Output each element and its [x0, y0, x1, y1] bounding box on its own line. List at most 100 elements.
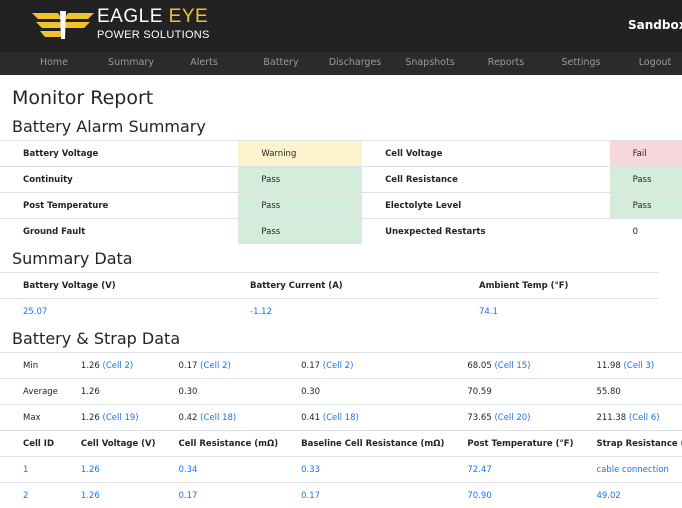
- stat-number: 1.26: [81, 387, 100, 397]
- alarm-label: Electolyte Level: [362, 193, 610, 219]
- stat-row: Max1.26 (Cell 19)0.42 (Cell 18)0.41 (Cel…: [0, 405, 682, 431]
- cell-id-link[interactable]: 2: [0, 483, 58, 508]
- cell-value[interactable]: cable connection: [573, 457, 682, 483]
- stat-value: 55.80: [573, 379, 682, 405]
- cell-link[interactable]: (Cell 2): [103, 361, 134, 371]
- table-row: Continuity Pass Cell Resistance Pass: [0, 167, 682, 193]
- alarm-status: Pass: [238, 167, 362, 193]
- alarm-label: Ground Fault: [0, 219, 238, 245]
- cell-id-link[interactable]: 1: [0, 457, 58, 483]
- column-header: Ambient Temp (°F): [456, 273, 659, 299]
- nav-alerts[interactable]: Alerts: [190, 57, 218, 68]
- alarm-status: Pass: [610, 193, 682, 219]
- cell-link[interactable]: (Cell 20): [494, 413, 530, 423]
- stat-number: 0.30: [179, 387, 198, 397]
- cell-link[interactable]: (Cell 3): [624, 361, 655, 371]
- table-row: 25.07 -1.12 74.1: [0, 299, 659, 326]
- column-header: Cell ID: [0, 431, 58, 457]
- nav-reports[interactable]: Reports: [488, 57, 524, 68]
- stat-number: 70.59: [467, 387, 491, 397]
- nav-discharges[interactable]: Discharges: [329, 57, 382, 68]
- alarm-status: Pass: [238, 193, 362, 219]
- stat-value: 1.26 (Cell 19): [58, 405, 156, 431]
- cell-link[interactable]: (Cell 15): [494, 361, 530, 371]
- table-row: Battery Voltage (V) Battery Current (A) …: [0, 273, 659, 299]
- nav-snapshots[interactable]: Snapshots: [405, 57, 454, 68]
- column-header: Cell Voltage (V): [58, 431, 156, 457]
- column-header: Baseline Cell Resistance (mΩ): [278, 431, 444, 457]
- battery-strap-title: Battery & Strap Data: [12, 329, 180, 348]
- cell-link[interactable]: (Cell 19): [103, 413, 139, 423]
- cell-value[interactable]: 1.26: [58, 457, 156, 483]
- cell-value[interactable]: 0.17: [156, 483, 279, 508]
- stat-value: 0.17 (Cell 2): [156, 353, 279, 379]
- column-header: Cell Resistance (mΩ): [156, 431, 279, 457]
- nav-home[interactable]: Home: [40, 57, 68, 68]
- stat-value: 0.30: [278, 379, 444, 405]
- stat-value: 0.30: [156, 379, 279, 405]
- alarm-label: Unexpected Restarts: [362, 219, 610, 245]
- nav-summary[interactable]: Summary: [108, 57, 154, 68]
- battery-voltage-value[interactable]: 25.07: [0, 299, 227, 326]
- stat-value: 73.65 (Cell 20): [444, 405, 573, 431]
- table-row: 11.260.340.3372.47cable connection: [0, 457, 682, 483]
- nav-battery[interactable]: Battery: [263, 57, 298, 68]
- header-row: Cell IDCell Voltage (V)Cell Resistance (…: [0, 431, 682, 457]
- stat-number: 0.17: [179, 361, 198, 371]
- cell-value[interactable]: 49.02: [573, 483, 682, 508]
- alarm-summary-table: Battery Voltage Warning Cell Voltage Fai…: [0, 140, 682, 244]
- cell-value[interactable]: 0.33: [278, 457, 444, 483]
- stat-value: 0.17 (Cell 2): [278, 353, 444, 379]
- stat-value: 70.59: [444, 379, 573, 405]
- brand-name: EAGLE EYE: [97, 6, 208, 28]
- cell-link[interactable]: (Cell 18): [200, 413, 236, 423]
- alarm-status: 0: [610, 219, 682, 245]
- nav-logout[interactable]: Logout: [639, 57, 672, 68]
- brand-tagline: POWER SOLUTIONS: [97, 29, 210, 41]
- stat-value: 1.26: [58, 379, 156, 405]
- alarm-label: Battery Voltage: [0, 141, 238, 167]
- cell-link[interactable]: (Cell 2): [323, 361, 354, 371]
- battery-current-value[interactable]: -1.12: [227, 299, 456, 326]
- eagle-logo-icon: [32, 9, 94, 41]
- stat-label: Average: [0, 379, 58, 405]
- cell-link[interactable]: (Cell 6): [629, 413, 660, 423]
- alarm-status: Warning: [238, 141, 362, 167]
- stat-value: 11.98 (Cell 3): [573, 353, 682, 379]
- top-header: EAGLE EYE POWER SOLUTIONS Sandbox: [0, 0, 682, 52]
- stat-value: 0.41 (Cell 18): [278, 405, 444, 431]
- stat-number: 68.05: [467, 361, 491, 371]
- cell-link[interactable]: (Cell 2): [200, 361, 231, 371]
- alarm-label: Cell Voltage: [362, 141, 610, 167]
- summary-data-table: Battery Voltage (V) Battery Current (A) …: [0, 272, 659, 325]
- ambient-temp-value[interactable]: 74.1: [456, 299, 659, 326]
- cell-value[interactable]: 72.47: [444, 457, 573, 483]
- cell-value[interactable]: 0.17: [278, 483, 444, 508]
- stat-number: 11.98: [596, 361, 620, 371]
- stat-label: Min: [0, 353, 58, 379]
- cell-value[interactable]: 0.34: [156, 457, 279, 483]
- stat-value: 1.26 (Cell 2): [58, 353, 156, 379]
- stat-row: Min1.26 (Cell 2)0.17 (Cell 2)0.17 (Cell …: [0, 353, 682, 379]
- cell-value[interactable]: 70.90: [444, 483, 573, 508]
- stat-number: 1.26: [81, 361, 100, 371]
- stat-row: Average 1.26 0.30 0.30 70.59 55.80: [0, 379, 682, 405]
- alarm-summary-title: Battery Alarm Summary: [12, 117, 206, 136]
- nav-settings[interactable]: Settings: [562, 57, 601, 68]
- column-header: Strap Resistance (µΩ): [573, 431, 682, 457]
- cell-link[interactable]: (Cell 18): [323, 413, 359, 423]
- stat-number: 0.42: [179, 413, 198, 423]
- stat-number: 73.65: [467, 413, 491, 423]
- stat-number: 211.38: [596, 413, 626, 423]
- alarm-status: Pass: [238, 219, 362, 245]
- alarm-status: Fail: [610, 141, 682, 167]
- table-row: Battery Voltage Warning Cell Voltage Fai…: [0, 141, 682, 167]
- stat-number: 1.26: [81, 413, 100, 423]
- battery-strap-table: Min1.26 (Cell 2)0.17 (Cell 2)0.17 (Cell …: [0, 352, 682, 508]
- site-name[interactable]: Sandbox: [628, 18, 682, 32]
- stat-label: Max: [0, 405, 58, 431]
- stat-value: 211.38 (Cell 6): [573, 405, 682, 431]
- stat-value: 0.42 (Cell 18): [156, 405, 279, 431]
- alarm-label: Cell Resistance: [362, 167, 610, 193]
- cell-value[interactable]: 1.26: [58, 483, 156, 508]
